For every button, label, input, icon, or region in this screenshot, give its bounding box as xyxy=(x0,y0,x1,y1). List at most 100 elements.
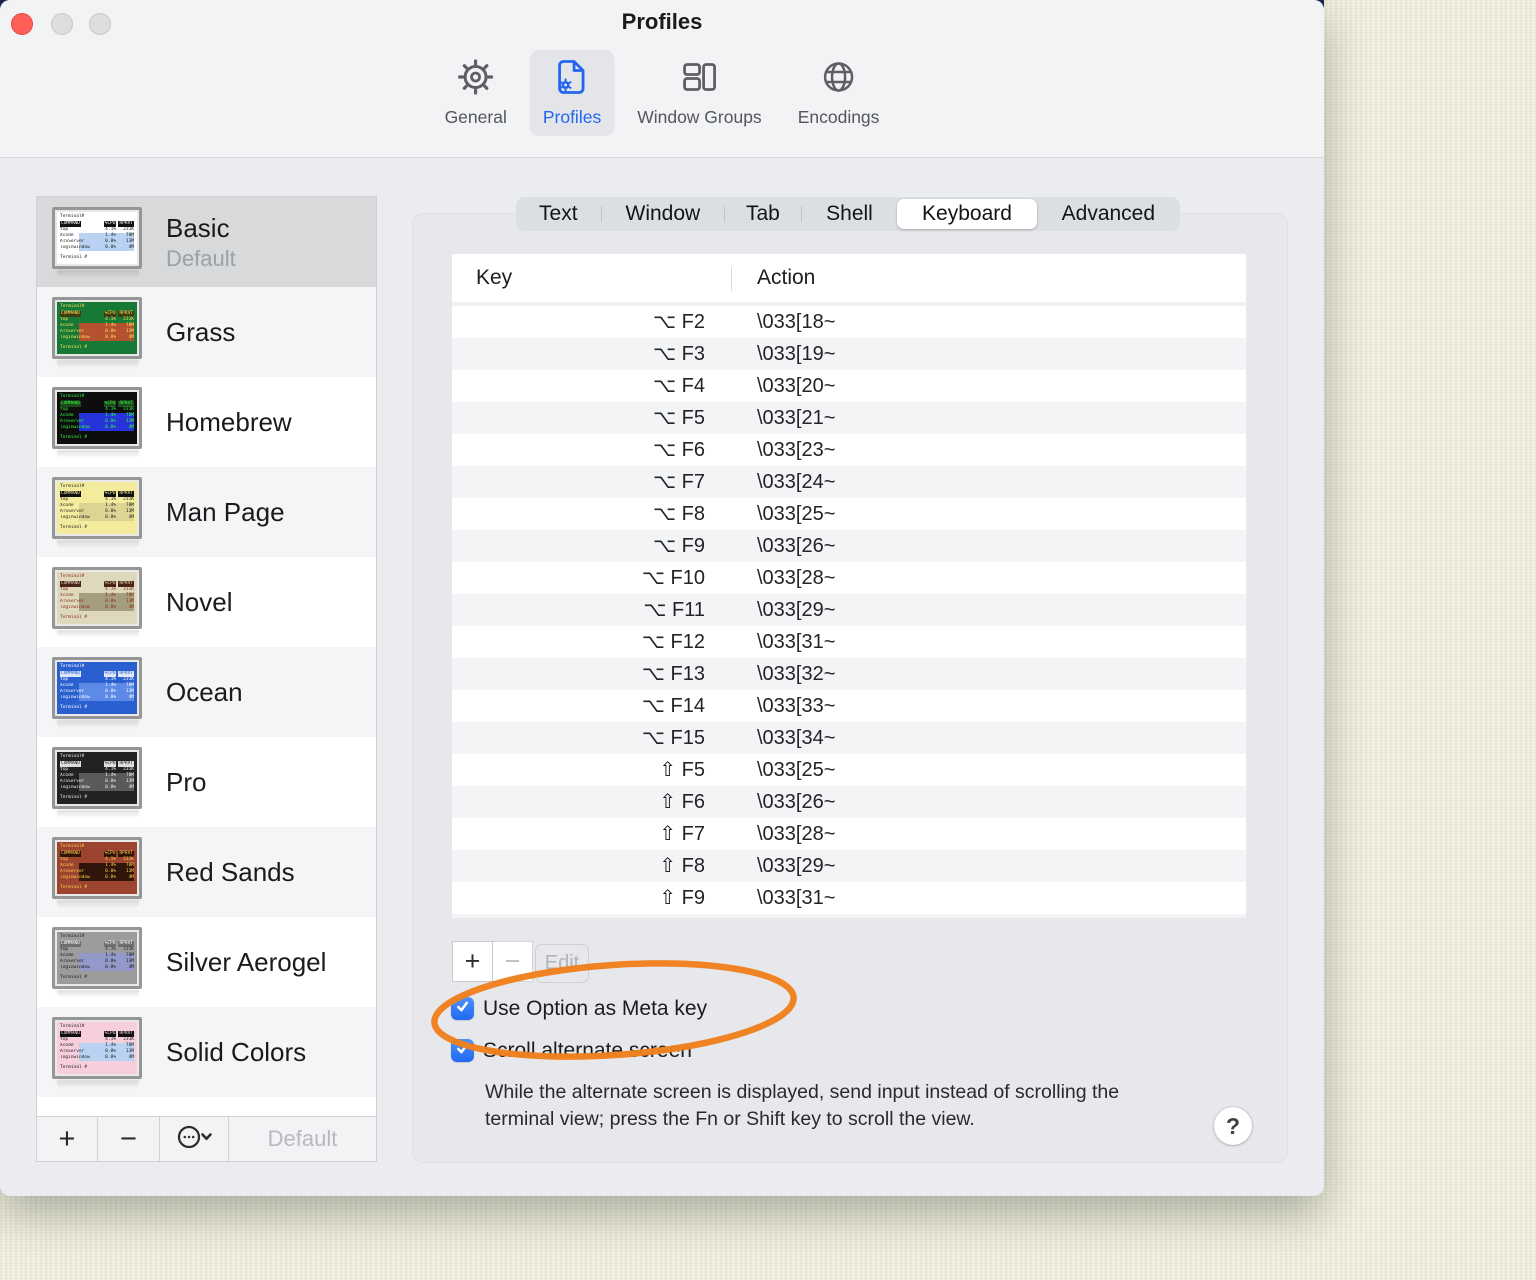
window-title: Profiles xyxy=(621,9,703,34)
terminal-preview-content: Terminal# COMMAND %CPU RPRVT top 4.1% 231K Xcod… xyxy=(57,392,137,444)
add-keymap-button[interactable]: + xyxy=(452,941,493,982)
profile-labels: Homebrew xyxy=(166,407,292,437)
terminal-preview-basic: Terminal# COMMAND %CPU RPRVT top 4.1% 231K Xcod… xyxy=(52,206,142,269)
keymap-row[interactable]: ⌥ F14 \033[33~ xyxy=(452,690,1246,722)
key-cell: ⌥ F10 xyxy=(641,567,705,589)
keymap-row[interactable]: ⌥ F11 \033[29~ xyxy=(452,594,1246,626)
thumbnail-reflection xyxy=(57,989,139,998)
scroll-alternate-screen-label[interactable]: Scroll alternate screen xyxy=(483,1039,692,1062)
profile-row-ocean[interactable]: Terminal# COMMAND %CPU RPRVT top 4.1% 231K Xcod… xyxy=(37,647,376,737)
tab-tab[interactable]: Tab xyxy=(725,197,801,231)
profile-name: Red Sands xyxy=(166,857,295,887)
profile-labels: Solid Colors xyxy=(166,1037,306,1067)
preview-prompt-line: Terminal # xyxy=(60,704,88,710)
keymap-row[interactable]: ⇧ F5 \033[25~ xyxy=(452,754,1246,786)
default-button[interactable]: Default xyxy=(229,1117,376,1161)
toolbar-item-encodings[interactable]: Encodings xyxy=(785,50,893,136)
preview-process-line: loginwindow 0.0% 4M xyxy=(60,334,134,341)
profile-name: Man Page xyxy=(166,497,285,527)
keymap-row[interactable]: ⌥ F15 \033[34~ xyxy=(452,722,1246,754)
preview-title-line: Terminal# xyxy=(60,663,85,669)
tab-text[interactable]: Text xyxy=(516,197,601,231)
profile-name: Solid Colors xyxy=(166,1037,307,1067)
profile-row-silver-aerogel[interactable]: Terminal# COMMAND %CPU RPRVT top 4.1% 231K Xcod… xyxy=(37,917,376,1007)
process-name: loginwindow xyxy=(60,514,90,520)
keymap-row[interactable]: ⌥ F8 \033[25~ xyxy=(452,498,1246,530)
add-profile-button[interactable]: + xyxy=(37,1117,98,1161)
use-option-as-meta-label[interactable]: Use Option as Meta key xyxy=(483,997,707,1020)
preview-prompt-line: Terminal # xyxy=(60,794,88,800)
process-mem: 4M xyxy=(128,334,134,340)
process-name: loginwindow xyxy=(60,424,90,430)
action-cell: \033[34~ xyxy=(757,727,836,749)
profile-row-pro[interactable]: Terminal# COMMAND %CPU RPRVT top 4.1% 231K Xcod… xyxy=(37,737,376,827)
key-cell: ⌥ F4 xyxy=(653,375,705,397)
toolbar-item-window-groups[interactable]: Window Groups xyxy=(624,50,775,136)
tab-keyboard[interactable]: Keyboard xyxy=(897,199,1037,229)
tab-advanced[interactable]: Advanced xyxy=(1037,197,1180,231)
process-cpu: 0.0% xyxy=(105,604,116,610)
action-cell: \033[20~ xyxy=(757,375,836,397)
profile-thumbnail: Terminal# COMMAND %CPU RPRVT top 4.1% 231K Xcod… xyxy=(52,206,144,278)
keymap-row[interactable]: ⇧ F6 \033[26~ xyxy=(452,786,1246,818)
thumbnail-reflection xyxy=(57,359,139,368)
keymap-row[interactable]: ⌥ F10 \033[28~ xyxy=(452,562,1246,594)
keymap-row[interactable]: ⌥ F9 \033[26~ xyxy=(452,530,1246,562)
process-name: loginwindow xyxy=(60,334,90,340)
preview-process-line: loginwindow 0.0% 4M xyxy=(60,874,134,881)
keymap-row[interactable]: ⇧ F8 \033[29~ xyxy=(452,850,1246,882)
globe-icon xyxy=(819,57,859,102)
keymap-row[interactable]: ⌥ F12 \033[31~ xyxy=(452,626,1246,658)
terminal-preview-pro: Terminal# COMMAND %CPU RPRVT top 4.1% 231K Xcod… xyxy=(52,746,142,809)
terminal-preview-content: Terminal# COMMAND %CPU RPRVT top 4.1% 231K Xcod… xyxy=(57,662,137,714)
keymap-row[interactable]: ⌥ F2 \033[18~ xyxy=(452,306,1246,338)
keymap-row[interactable]: ⌥ F3 \033[19~ xyxy=(452,338,1246,370)
profile-row-homebrew[interactable]: Terminal# COMMAND %CPU RPRVT top 4.1% 231K Xcod… xyxy=(37,377,376,467)
thumbnail-reflection xyxy=(57,269,139,278)
profile-thumbnail: Terminal# COMMAND %CPU RPRVT top 4.1% 231K Xcod… xyxy=(52,566,144,638)
toolbar-item-profiles[interactable]: Profiles xyxy=(529,50,615,136)
key-column-header: Key xyxy=(476,266,513,289)
keymap-row[interactable]: ⇧ F7 \033[28~ xyxy=(452,818,1246,850)
use-option-as-meta-checkbox[interactable] xyxy=(451,997,474,1020)
profile-thumbnail: Terminal# COMMAND %CPU RPRVT top 4.1% 231K Xcod… xyxy=(52,476,144,548)
scroll-alternate-screen-checkbox[interactable] xyxy=(451,1039,474,1062)
keymap-row[interactable]: ⌥ F7 \033[24~ xyxy=(452,466,1246,498)
profile-row-novel[interactable]: Terminal# COMMAND %CPU RPRVT top 4.1% 231K Xcod… xyxy=(37,557,376,647)
keymap-row-partial xyxy=(452,914,1246,918)
preview-title-line: Terminal# xyxy=(60,483,85,489)
help-button[interactable]: ? xyxy=(1214,1107,1252,1145)
keymap-row[interactable]: ⌥ F4 \033[20~ xyxy=(452,370,1246,402)
profile-row-basic[interactable]: Terminal# COMMAND %CPU RPRVT top 4.1% 231K Xcod… xyxy=(37,197,376,287)
tab-shell[interactable]: Shell xyxy=(802,197,898,231)
tab-window[interactable]: Window xyxy=(602,197,724,231)
profile-thumbnail: Terminal# COMMAND %CPU RPRVT top 4.1% 231K Xcod… xyxy=(52,296,144,368)
profile-row-grass[interactable]: Terminal# COMMAND %CPU RPRVT top 4.1% 231K Xcod… xyxy=(37,287,376,377)
terminal-preview-content: Terminal# COMMAND %CPU RPRVT top 4.1% 231K Xcod… xyxy=(57,1022,137,1074)
preview-process-line: loginwindow 0.0% 4M xyxy=(60,694,134,701)
remove-profile-button[interactable]: − xyxy=(98,1117,160,1161)
action-cell: \033[31~ xyxy=(757,887,836,909)
terminal-preview-content: Terminal# COMMAND %CPU RPRVT top 4.1% 231K Xcod… xyxy=(57,482,137,534)
profile-row-red-sands[interactable]: Terminal# COMMAND %CPU RPRVT top 4.1% 231K Xcod… xyxy=(37,827,376,917)
keymap-row[interactable]: ⌥ F5 \033[21~ xyxy=(452,402,1246,434)
keymap-row[interactable]: ⌥ F13 \033[32~ xyxy=(452,658,1246,690)
edit-keymap-button[interactable]: Edit xyxy=(535,944,589,983)
preview-prompt-line: Terminal # xyxy=(60,614,88,620)
profile-actions-menu-button[interactable] xyxy=(160,1117,229,1161)
toolbar-item-general[interactable]: General xyxy=(432,50,520,136)
profile-labels: Man Page xyxy=(166,497,285,527)
remove-keymap-button[interactable]: − xyxy=(492,941,533,982)
thumbnail-reflection xyxy=(57,629,139,638)
profile-row-solid-colors[interactable]: Terminal# COMMAND %CPU RPRVT top 4.1% 231K Xcod… xyxy=(37,1007,376,1097)
profile-row-man-page[interactable]: Terminal# COMMAND %CPU RPRVT top 4.1% 231K Xcod… xyxy=(37,467,376,557)
terminal-preview-silver-aerogel: Terminal# COMMAND %CPU RPRVT top 4.1% 231K Xcod… xyxy=(52,926,142,989)
key-cell: ⇧ F8 xyxy=(659,855,705,877)
preview-process-line: loginwindow 0.0% 4M xyxy=(60,1054,134,1061)
thumbnail-reflection xyxy=(57,899,139,908)
keymap-row[interactable]: ⇧ F9 \033[31~ xyxy=(452,882,1246,914)
preview-prompt-line: Terminal # xyxy=(60,884,88,890)
keymap-row[interactable]: ⌥ F6 \033[23~ xyxy=(452,434,1246,466)
thumbnail-reflection xyxy=(57,539,139,548)
action-cell: \033[25~ xyxy=(757,759,836,781)
